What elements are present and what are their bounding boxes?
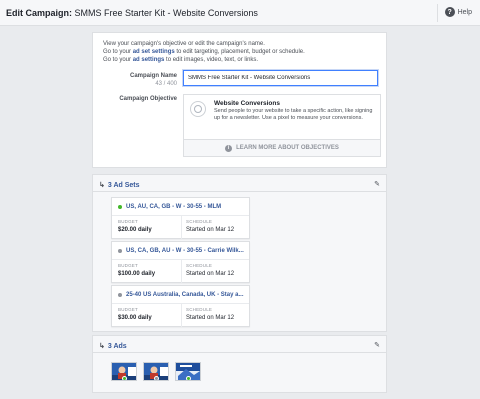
help-button[interactable]: ? Help bbox=[444, 7, 472, 17]
schedule-label: SCHEDULE bbox=[186, 307, 213, 312]
top-bar: Edit Campaign: SMMS Free Starter Kit - W… bbox=[0, 0, 480, 26]
target-icon bbox=[190, 101, 206, 117]
learn-more-label: LEARN MORE ABOUT OBJECTIVES bbox=[236, 145, 339, 151]
objective-description: Send people to your website to take a sp… bbox=[214, 108, 373, 121]
ad-set-card[interactable]: 25-40 US Australia, Canada, UK - Stay a.… bbox=[111, 285, 250, 327]
campaign-name-input[interactable] bbox=[183, 70, 378, 86]
sub-arrow-icon: ↳ bbox=[99, 182, 105, 189]
campaign-name-counter: 43 / 400 bbox=[155, 81, 177, 87]
schedule-value: Started on Mar 12 bbox=[186, 315, 235, 321]
info-icon: i bbox=[225, 144, 233, 152]
ad-sets-heading[interactable]: ↳ 3 Ad Sets bbox=[99, 181, 140, 190]
ads-heading-label: 3 Ads bbox=[107, 342, 127, 350]
ad-sets-card: ↳ 3 Ad Sets ✎ US, AU, CA, GB - W - 30-55… bbox=[92, 174, 387, 332]
ads-heading[interactable]: ↳ 3 Ads bbox=[99, 342, 127, 351]
campaign-settings-card: View your campaign's objective or edit t… bbox=[92, 32, 387, 168]
status-dot-icon bbox=[118, 249, 122, 253]
sub-arrow-icon: ↳ bbox=[99, 343, 105, 350]
schedule-label: SCHEDULE bbox=[186, 263, 213, 268]
objective-title: Website Conversions bbox=[214, 100, 280, 107]
help-icon: ? bbox=[444, 7, 455, 17]
ads-divider bbox=[93, 352, 386, 353]
help-label: Help bbox=[457, 8, 472, 16]
budget-label: BUDGET bbox=[118, 219, 138, 224]
budget-label: BUDGET bbox=[118, 263, 138, 268]
ad-thumbnail[interactable] bbox=[175, 362, 201, 381]
ad-thumbnail[interactable] bbox=[111, 362, 137, 381]
ad-set-name[interactable]: 25-40 US Australia, Canada, UK - Stay a.… bbox=[118, 292, 244, 298]
title-prefix: Edit Campaign: bbox=[6, 8, 73, 18]
ad-set-settings-link[interactable]: ad set settings bbox=[133, 49, 175, 55]
budget-label: BUDGET bbox=[118, 307, 138, 312]
status-dot-icon bbox=[118, 293, 122, 297]
intro-line-3: Go to your ad settings to edit images, v… bbox=[103, 57, 259, 63]
budget-value: $20.00 daily bbox=[118, 227, 152, 233]
learn-more-objectives-button[interactable]: i LEARN MORE ABOUT OBJECTIVES bbox=[184, 139, 380, 156]
campaign-name-label: Campaign Name bbox=[129, 73, 177, 79]
page-title: Edit Campaign: SMMS Free Starter Kit - W… bbox=[6, 8, 258, 18]
ad-set-card[interactable]: US, CA, GB, AU - W - 30-55 - Carrie Wilk… bbox=[111, 241, 250, 283]
ads-card: ↳ 3 Ads ✎ bbox=[92, 335, 387, 393]
budget-value: $100.00 daily bbox=[118, 271, 156, 277]
ad-settings-link[interactable]: ad settings bbox=[133, 57, 165, 63]
status-dot-icon bbox=[186, 376, 191, 380]
objective-box: Website Conversions Send people to your … bbox=[183, 94, 381, 157]
schedule-value: Started on Mar 12 bbox=[186, 227, 235, 233]
ad-thumbnail[interactable] bbox=[143, 362, 169, 381]
ad-set-name[interactable]: US, AU, CA, GB - W - 30-55 - MLM bbox=[118, 204, 221, 210]
status-dot-icon bbox=[118, 205, 122, 209]
budget-value: $30.00 daily bbox=[118, 315, 152, 321]
status-dot-icon bbox=[122, 376, 127, 380]
schedule-label: SCHEDULE bbox=[186, 219, 213, 224]
intro-line-2: Go to your ad set settings to edit targe… bbox=[103, 49, 305, 55]
topbar-divider bbox=[437, 4, 438, 22]
edit-ad-sets-pencil-icon[interactable]: ✎ bbox=[374, 180, 380, 188]
ad-sets-divider bbox=[93, 191, 386, 192]
intro-text: View your campaign's objective or edit t… bbox=[103, 40, 305, 64]
edit-ads-pencil-icon[interactable]: ✎ bbox=[374, 341, 380, 349]
schedule-value: Started on Mar 12 bbox=[186, 271, 235, 277]
ad-set-name[interactable]: US, CA, GB, AU - W - 30-55 - Carrie Wilk… bbox=[118, 248, 244, 254]
title-campaign-name: SMMS Free Starter Kit - Website Conversi… bbox=[74, 8, 258, 18]
ad-set-card[interactable]: US, AU, CA, GB - W - 30-55 - MLM BUDGET … bbox=[111, 197, 250, 239]
campaign-objective-label: Campaign Objective bbox=[119, 96, 177, 102]
intro-line-1: View your campaign's objective or edit t… bbox=[103, 41, 265, 47]
status-dot-icon bbox=[154, 376, 159, 380]
ad-sets-heading-label: 3 Ad Sets bbox=[107, 181, 140, 189]
